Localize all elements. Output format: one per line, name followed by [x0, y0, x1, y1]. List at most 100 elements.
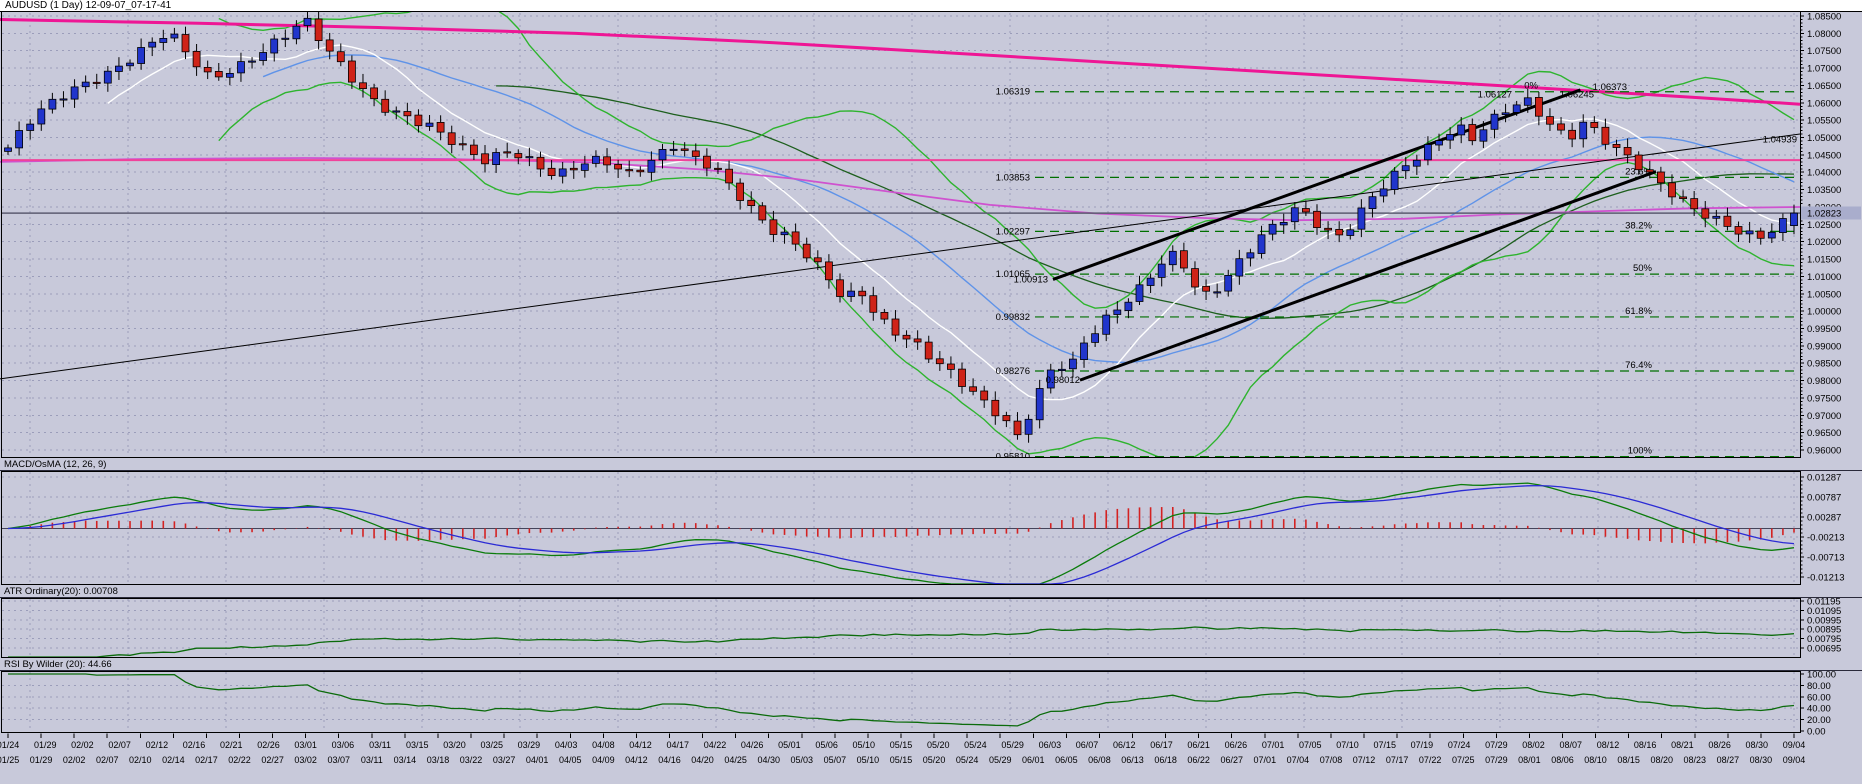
date-label-row2: 04/05 — [559, 755, 582, 765]
atr-pane-title[interactable]: ATR Ordinary(20): 0.00708 — [0, 585, 1862, 598]
date-label-row2: 06/01 — [1022, 755, 1045, 765]
candle — [992, 400, 999, 416]
date-label-row2: 07/01 — [1254, 755, 1277, 765]
candle — [348, 61, 355, 82]
candle — [748, 200, 755, 205]
candle — [1169, 251, 1176, 264]
macd-axis-label: -0.01213 — [1807, 573, 1845, 584]
date-label-row1: 08/12 — [1597, 740, 1620, 750]
candle — [1025, 419, 1032, 434]
candle — [1402, 166, 1409, 171]
candle — [1680, 197, 1687, 199]
price-axis-label: 0.96000 — [1807, 446, 1841, 457]
candle — [537, 157, 544, 169]
candle — [648, 160, 655, 172]
date-label-row1: 05/24 — [964, 740, 987, 750]
date-label-row1: 04/12 — [629, 740, 652, 750]
candle — [1480, 130, 1487, 141]
date-label-row2: 07/08 — [1320, 755, 1343, 765]
candle — [726, 169, 733, 183]
fib-price-label: 1.03853 — [996, 172, 1030, 183]
date-label-row1: 07/19 — [1411, 740, 1434, 750]
candle — [615, 164, 622, 169]
candle — [1502, 113, 1509, 115]
macd-pane-title[interactable]: MACD/OsMA (12, 26, 9) — [0, 458, 1862, 471]
candle — [1225, 275, 1232, 291]
candle — [1269, 224, 1276, 234]
current-price-label: 1.02823 — [1807, 209, 1841, 220]
candle — [1491, 114, 1498, 129]
price-axis-label: 1.07500 — [1807, 46, 1841, 57]
candle — [1391, 171, 1398, 189]
rsi-axis-label: 80.00 — [1807, 681, 1831, 692]
candle — [570, 168, 577, 170]
date-label-row1: 05/20 — [927, 740, 950, 750]
date-label-row2: 05/07 — [824, 755, 847, 765]
macd-axis-label: 0.01287 — [1807, 473, 1841, 484]
candle — [1613, 144, 1620, 147]
candle — [426, 123, 433, 126]
candle — [1458, 125, 1465, 135]
price-axis-label: 1.03500 — [1807, 185, 1841, 196]
candle — [1369, 197, 1376, 209]
price-axis-label: 1.00500 — [1807, 289, 1841, 300]
date-label-row1: 02/26 — [257, 740, 280, 750]
candle — [1524, 98, 1531, 106]
date-label-row2: 02/07 — [96, 755, 119, 765]
date-label-row2: 07/25 — [1452, 755, 1475, 765]
candle — [1280, 222, 1287, 225]
price-axis-label: 0.96500 — [1807, 428, 1841, 439]
main-price-pane[interactable]: 1.063190%1.0385323.6%1.0229738.2%1.01065… — [0, 3, 1861, 766]
candle — [1646, 170, 1653, 172]
candle — [848, 291, 855, 296]
candle — [604, 157, 611, 165]
date-label-row2: 08/30 — [1750, 755, 1773, 765]
price-axis-label: 1.04000 — [1807, 168, 1841, 179]
candle — [1635, 155, 1642, 170]
candle — [581, 164, 588, 171]
candle — [1347, 230, 1354, 236]
price-axis-label: 1.02500 — [1807, 220, 1841, 231]
price-axis-label: 1.08500 — [1807, 12, 1841, 23]
rsi-axis-label: 40.00 — [1807, 704, 1831, 715]
date-label-row2: 05/24 — [956, 755, 979, 765]
date-label-row1: 02/12 — [146, 740, 169, 750]
candle — [803, 244, 810, 258]
price-axis-label: 1.05500 — [1807, 116, 1841, 127]
candle — [260, 53, 267, 61]
candle — [1036, 389, 1043, 420]
rsi-line — [8, 674, 1794, 726]
candle — [1724, 216, 1731, 226]
date-label-row1: 02/02 — [71, 740, 94, 750]
candle — [1081, 343, 1088, 360]
candle — [659, 149, 666, 159]
date-label-row1: 08/26 — [1708, 740, 1731, 750]
rsi-axis-label: 0.00 — [1807, 727, 1826, 738]
candle — [1535, 97, 1542, 116]
date-label-row2: 04/12 — [625, 755, 648, 765]
price-annotation: 0.98012 — [1046, 375, 1080, 386]
date-label-row2: 08/27 — [1717, 755, 1740, 765]
date-label-row1: 01/24 — [0, 740, 19, 750]
date-label-row1: 06/21 — [1187, 740, 1210, 750]
candle — [448, 133, 455, 145]
candle — [1569, 130, 1576, 139]
date-label-row1: 03/11 — [369, 740, 391, 750]
rsi-pane-title[interactable]: RSI By Wilder (20): 44.66 — [0, 658, 1862, 671]
date-label-row1: 03/01 — [294, 740, 317, 750]
atr-line — [8, 627, 1794, 657]
candle — [837, 280, 844, 297]
long-rising-trendline — [0, 134, 1800, 379]
date-label-row2: 07/17 — [1386, 755, 1409, 765]
candle — [1547, 117, 1554, 125]
date-label-row1: 04/26 — [741, 740, 764, 750]
date-label-row1: 07/10 — [1336, 740, 1359, 750]
candle — [1657, 172, 1664, 183]
date-label-row2: 06/27 — [1220, 755, 1243, 765]
date-label-row1: 01/29 — [34, 740, 57, 750]
date-label-row1: 08/02 — [1522, 740, 1545, 750]
candle — [404, 112, 411, 116]
date-label-row2: 02/02 — [63, 755, 86, 765]
date-label-row2: 06/08 — [1088, 755, 1111, 765]
date-label-row2: 09/04 — [1783, 755, 1806, 765]
